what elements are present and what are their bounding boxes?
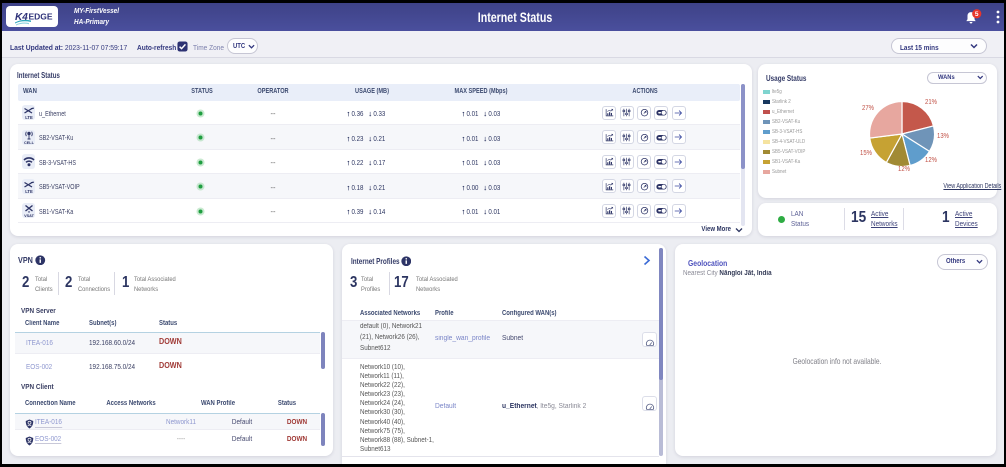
svg-text:LTE: LTE bbox=[25, 189, 33, 194]
svg-text:CELL: CELL bbox=[24, 141, 35, 145]
svg-text:LTE: LTE bbox=[25, 115, 33, 120]
svg-text:5: 5 bbox=[975, 11, 979, 18]
svg-text:VSAT: VSAT bbox=[24, 214, 35, 218]
svg-text:EDGE: EDGE bbox=[29, 11, 53, 21]
